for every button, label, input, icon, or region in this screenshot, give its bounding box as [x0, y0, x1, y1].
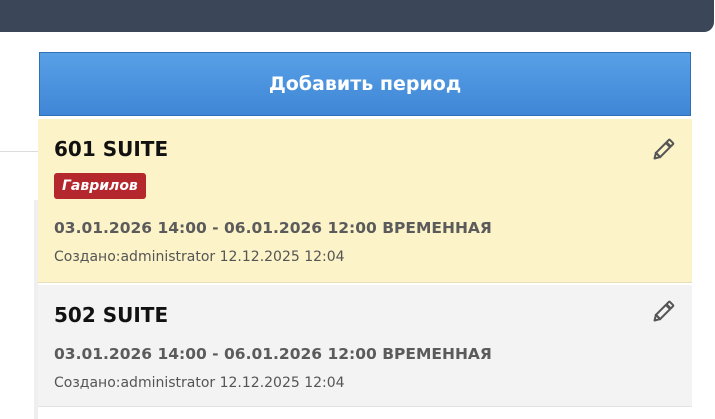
pencil-icon[interactable]	[648, 135, 678, 165]
created-info: Создано:administrator 12.12.2025 12:04	[54, 375, 345, 391]
add-period-button[interactable]: Добавить период	[39, 52, 691, 116]
booking-card[interactable]: 502 SUITE 03.01.2026 14:00 - 06.01.2026 …	[38, 285, 692, 407]
room-title: 601 SUITE	[54, 137, 169, 161]
booking-panel: Добавить период 601 SUITE Гаврилов 03.01…	[38, 32, 715, 419]
room-title: 502 SUITE	[54, 303, 169, 327]
created-info: Создано:administrator 12.12.2025 12:04	[54, 249, 345, 265]
booking-period: 03.01.2026 14:00 - 06.01.2026 12:00 ВРЕМ…	[54, 219, 492, 237]
left-divider	[0, 151, 38, 152]
booking-card[interactable]: 601 SUITE Гаврилов 03.01.2026 14:00 - 06…	[38, 119, 692, 283]
top-bar	[0, 0, 714, 32]
pencil-icon[interactable]	[648, 297, 678, 327]
guest-badge: Гаврилов	[54, 173, 146, 199]
booking-period: 03.01.2026 14:00 - 06.01.2026 12:00 ВРЕМ…	[54, 345, 492, 363]
left-panel	[0, 32, 38, 419]
